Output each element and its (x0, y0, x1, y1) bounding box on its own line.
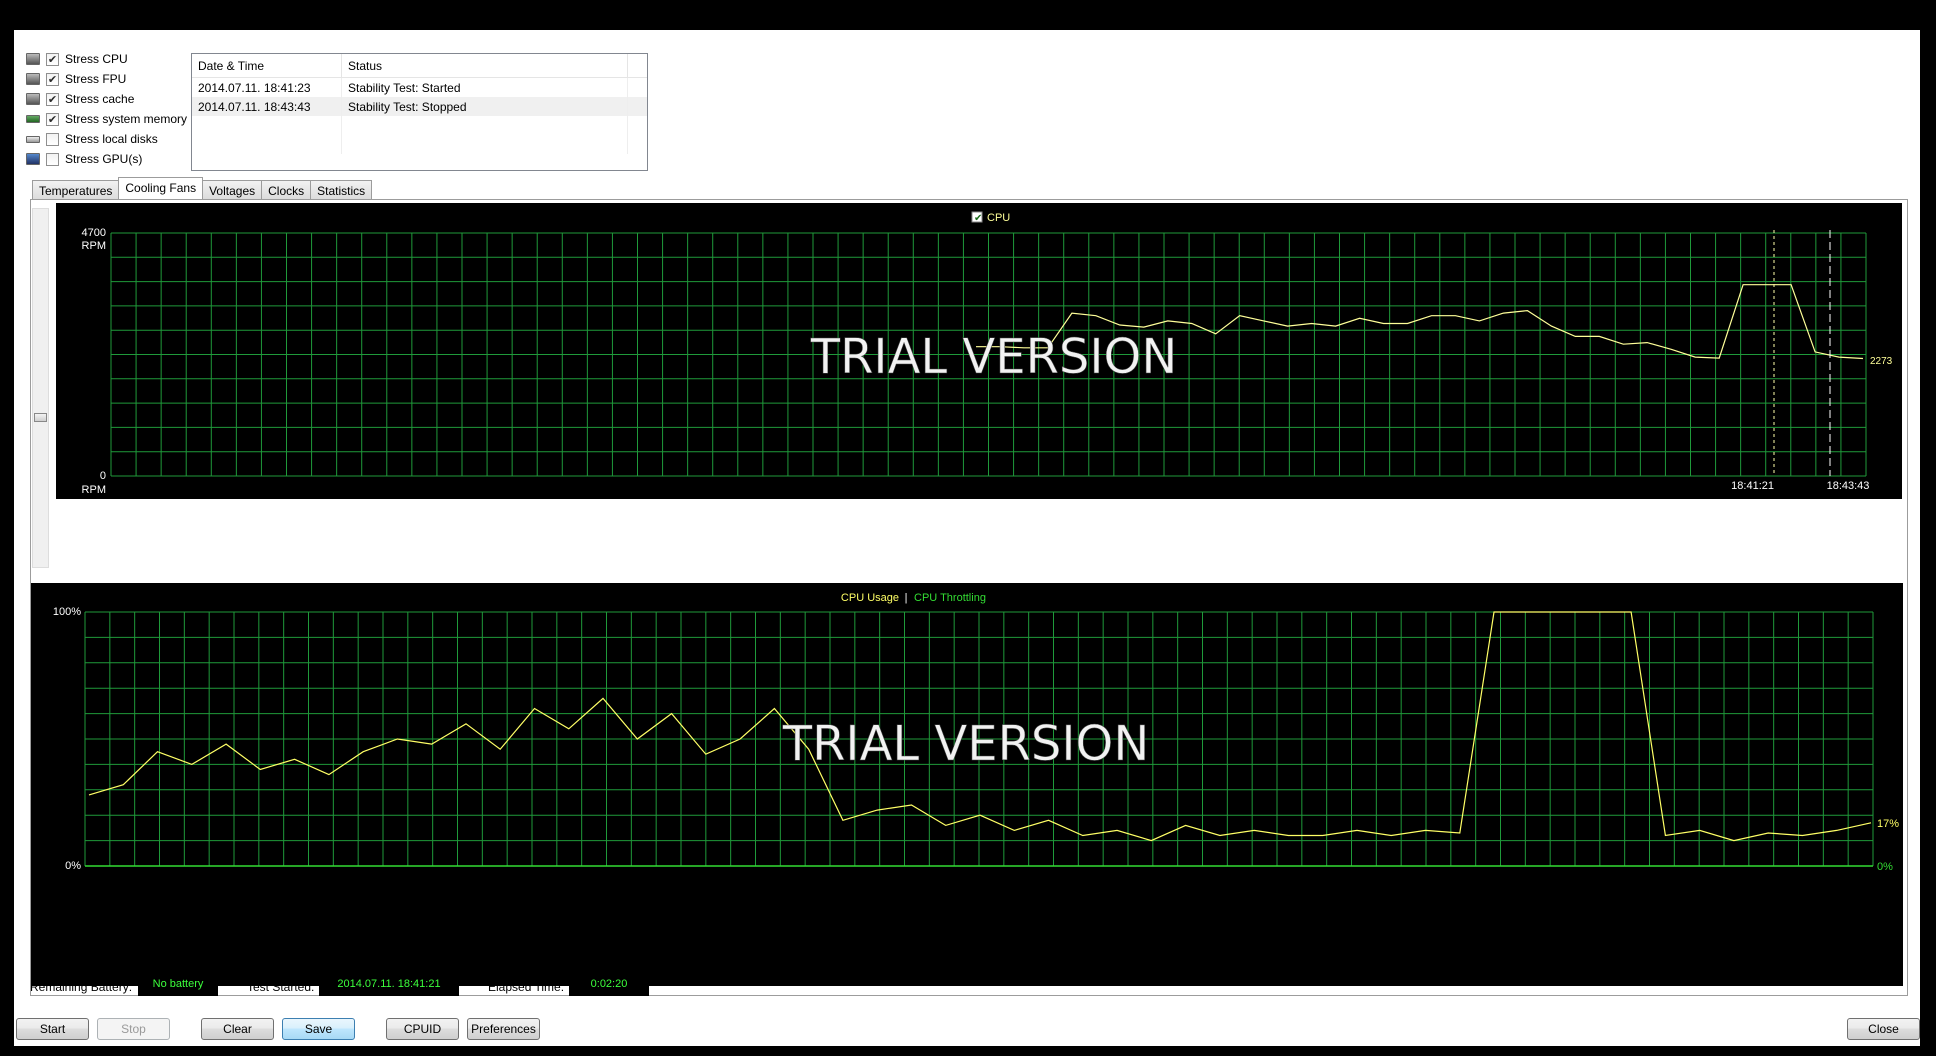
test-started-label: Test Started: (247, 980, 315, 994)
stress-fpu-checkbox[interactable]: ✔ (46, 72, 59, 86)
cache-icon (26, 93, 40, 105)
clear-button[interactable]: Clear (201, 1018, 274, 1040)
stress-cache-checkbox[interactable]: ✔ (46, 92, 59, 106)
stress-gpu-label: Stress GPU(s) (65, 152, 143, 166)
tab-voltages[interactable]: Voltages (202, 180, 263, 199)
preferences-button[interactable]: Preferences (467, 1018, 540, 1040)
elapsed-time-label: Elapsed Time: (488, 980, 565, 994)
stress-gpu-option[interactable]: Stress GPU(s) (26, 150, 142, 168)
scrollbar-thumb[interactable] (34, 413, 47, 422)
battery-label: Remaining Battery: (30, 980, 133, 994)
legend-check-icon: ✔ (974, 213, 982, 224)
disk-icon (26, 135, 40, 143)
trial-watermark: TRIAL VERSION (810, 329, 1178, 385)
test-started-value: 2014.07.11. 18:41:21 (319, 972, 459, 996)
stress-cpu-checkbox[interactable]: ✔ (46, 52, 59, 66)
stress-disks-checkbox[interactable] (46, 132, 59, 146)
cooling-fan-chart-svg: ✔ CPU4700RPM0RPM 18:41:21 18:43:432273TRIAL… (82, 211, 1893, 496)
y-max-label: 4700 (82, 227, 106, 239)
table-row-empty (192, 135, 647, 154)
current-rpm-label: 2273 (1870, 356, 1893, 367)
table-row-empty (192, 116, 647, 135)
table-row[interactable]: 2014.07.11. 18:41:23 Stability Test: Sta… (192, 78, 647, 97)
log-cell-status: Stability Test: Started (342, 78, 628, 97)
table-row[interactable]: 2014.07.11. 18:43:43 Stability Test: Sto… (192, 97, 647, 116)
y-max-unit: RPM (82, 240, 106, 252)
y-min-label: 0 (100, 470, 106, 482)
legend-cpu-throttling: CPU Throttling (914, 592, 986, 604)
stress-disks-label: Stress local disks (65, 132, 158, 146)
time-label-stop: 18:43:43 (1827, 480, 1870, 492)
memory-icon (26, 115, 40, 123)
stress-memory-option[interactable]: ✔ Stress system memory (26, 110, 187, 128)
gpu-icon (26, 153, 40, 165)
cpu-usage-chart-svg: CPU Usage | CPU Throttling 100% 0% 17% 0% TRIAL… (53, 592, 1899, 873)
stress-disks-option[interactable]: Stress local disks (26, 130, 158, 148)
cpu-icon (26, 53, 40, 65)
log-cell-datetime: 2014.07.11. 18:41:23 (192, 78, 342, 97)
log-header-status[interactable]: Status (342, 54, 628, 77)
legend-cpu-usage: CPU Usage (841, 592, 899, 604)
tab-cooling-fans[interactable]: Cooling Fans (118, 177, 204, 199)
stress-memory-checkbox[interactable]: ✔ (46, 112, 59, 126)
log-header: Date & Time Status (192, 54, 647, 78)
event-log-table[interactable]: Date & Time Status 2014.07.11. 18:41:23 … (191, 53, 648, 171)
tab-temperatures[interactable]: Temperatures (32, 180, 120, 199)
stress-cache-option[interactable]: ✔ Stress cache (26, 90, 134, 108)
stress-cache-label: Stress cache (65, 92, 135, 106)
legend-separator: | (905, 592, 908, 604)
close-button[interactable]: Close (1847, 1018, 1920, 1040)
battery-value: No battery (138, 972, 218, 996)
log-cell-datetime: 2014.07.11. 18:43:43 (192, 97, 342, 116)
stress-cpu-label: Stress CPU (65, 52, 128, 66)
start-button[interactable]: Start (16, 1018, 89, 1040)
log-header-datetime[interactable]: Date & Time (192, 54, 342, 77)
trial-watermark: TRIAL VERSION (782, 716, 1150, 772)
tab-clocks[interactable]: Clocks (261, 180, 312, 199)
tab-bar: Temperatures Cooling Fans Voltages Clock… (32, 177, 373, 199)
y-min-label: 0% (65, 860, 81, 872)
stress-cpu-option[interactable]: ✔ Stress CPU (26, 50, 128, 68)
log-cell-status: Stability Test: Stopped (342, 97, 628, 116)
time-label-start: 18:41:21 (1731, 480, 1774, 492)
legend-label: CPU (987, 212, 1010, 224)
stress-fpu-label: Stress FPU (65, 72, 127, 86)
stop-button[interactable]: Stop (97, 1018, 170, 1040)
y-min-unit: RPM (82, 484, 106, 496)
stress-fpu-option[interactable]: ✔ Stress FPU (26, 70, 126, 88)
tab-statistics[interactable]: Statistics (310, 180, 373, 199)
stability-test-window: ✔ Stress CPU ✔ Stress FPU ✔ Stress cache… (14, 30, 1920, 1046)
current-usage-label: 17% (1877, 818, 1899, 830)
cpu-usage-chart: CPU Usage | CPU Throttling 100% 0% 17% 0% TRIAL… (31, 583, 1903, 986)
y-max-label: 100% (53, 606, 81, 618)
stress-memory-label: Stress system memory (65, 112, 188, 126)
cooling-fan-chart: ✔ CPU 4700 RPM 0 RPM 18:41:21 18:43:43 2273 TRIAL… (56, 203, 1902, 499)
save-button[interactable]: Save (282, 1018, 355, 1040)
stress-gpu-checkbox[interactable] (46, 152, 59, 166)
current-throttling-label: 0% (1877, 861, 1893, 873)
fpu-icon (26, 73, 40, 85)
cpuid-button[interactable]: CPUID (386, 1018, 459, 1040)
elapsed-time-value: 0:02:20 (569, 972, 649, 996)
chart-scrollbar[interactable] (32, 208, 49, 568)
